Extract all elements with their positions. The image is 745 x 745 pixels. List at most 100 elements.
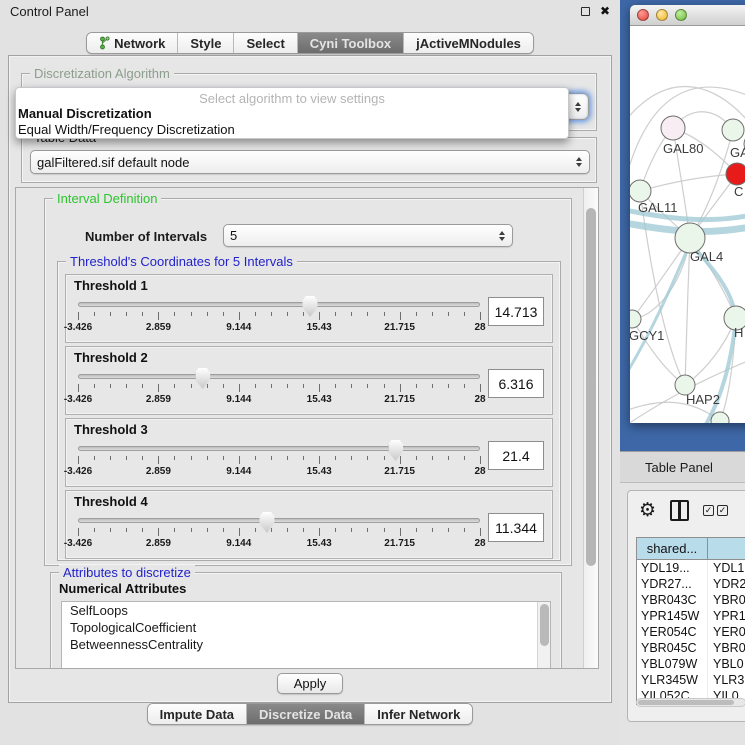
tab-impute-data[interactable]: Impute Data bbox=[148, 704, 247, 724]
attributes-scrollbar-thumb[interactable] bbox=[540, 604, 549, 646]
tick-label: 9.144 bbox=[226, 466, 251, 477]
gear-icon[interactable]: ⚙ bbox=[639, 501, 656, 520]
column-header-shared[interactable]: shared... bbox=[637, 538, 708, 559]
slider-thumb[interactable] bbox=[259, 512, 274, 533]
network-node[interactable] bbox=[661, 116, 685, 140]
tab-style[interactable]: Style bbox=[178, 33, 234, 53]
tick-mark bbox=[432, 384, 433, 388]
number-of-intervals-select[interactable]: 5 bbox=[223, 224, 513, 247]
tab-network[interactable]: Network bbox=[87, 33, 178, 53]
split-view-icon[interactable] bbox=[670, 500, 689, 521]
tick-label: 9.144 bbox=[226, 538, 251, 549]
tick-mark bbox=[480, 312, 481, 320]
table-data-select[interactable]: galFiltered.sif default node bbox=[30, 150, 590, 174]
slider-track[interactable] bbox=[78, 446, 480, 451]
tab-select[interactable]: Select bbox=[234, 33, 297, 53]
slider-thumb[interactable] bbox=[388, 440, 403, 461]
tick-mark bbox=[319, 384, 320, 392]
tick-mark bbox=[207, 528, 208, 532]
network-node-gal80[interactable] bbox=[722, 119, 744, 141]
network-view-window: GAL80GACGAL11GAL4HGCY1HAP2 bbox=[630, 5, 745, 423]
tab-label: jActiveMNodules bbox=[416, 36, 521, 51]
combo-arrows-icon bbox=[573, 102, 582, 112]
checkbox-checked-icon[interactable]: ✓ bbox=[703, 505, 714, 516]
zoom-traffic-light-icon[interactable] bbox=[675, 9, 687, 21]
settings-scroll-pane: Interval Definition Number of Intervals … bbox=[15, 187, 599, 669]
tab-infer-network[interactable]: Infer Network bbox=[365, 704, 472, 724]
network-edge bbox=[685, 318, 736, 385]
threshold-slider[interactable]: -3.4262.8599.14415.4321.71528 bbox=[78, 367, 480, 409]
close-icon[interactable]: ✖ bbox=[600, 5, 610, 17]
threshold-box-4: Threshold 4-3.4262.8599.14415.4321.71528… bbox=[65, 490, 553, 559]
algorithm-option-manual[interactable]: Manual Discretization bbox=[16, 106, 568, 122]
number-of-intervals-value: 5 bbox=[230, 228, 497, 243]
tab-jactivemnodules[interactable]: jActiveMNodules bbox=[404, 33, 533, 53]
attribute-list-item[interactable]: BetweennessCentrality bbox=[62, 636, 550, 653]
column-header-name[interactable]: na bbox=[708, 538, 745, 559]
float-window-icon[interactable] bbox=[581, 7, 590, 16]
attribute-list-item[interactable]: SelfLoops bbox=[62, 602, 550, 619]
discretization-algorithm-title: Discretization Algorithm bbox=[30, 66, 174, 81]
table-horizontal-scrollbar[interactable] bbox=[636, 698, 745, 707]
tick-mark bbox=[464, 528, 465, 532]
network-node-c[interactable] bbox=[726, 163, 745, 185]
tab-label: Select bbox=[246, 36, 284, 51]
control-panel: Control Panel ✖ NetworkStyleSelectCyni T… bbox=[0, 0, 620, 745]
tick-mark bbox=[303, 312, 304, 316]
table-row[interactable]: YBL079WYBL0 bbox=[637, 656, 745, 672]
tick-label: 21.715 bbox=[384, 466, 415, 477]
table-row[interactable]: YBR043CYBR0 bbox=[637, 592, 745, 608]
threshold-slider[interactable]: -3.4262.8599.14415.4321.71528 bbox=[78, 511, 480, 553]
tab-cyni-toolbox[interactable]: Cyni Toolbox bbox=[298, 33, 404, 53]
close-traffic-light-icon[interactable] bbox=[637, 9, 649, 21]
tick-label: 21.715 bbox=[384, 322, 415, 333]
tick-mark bbox=[319, 456, 320, 464]
table-row[interactable]: YER054CYER0 bbox=[637, 624, 745, 640]
checkbox-checked-icon[interactable]: ✓ bbox=[717, 505, 728, 516]
threshold-slider[interactable]: -3.4262.8599.14415.4321.71528 bbox=[78, 295, 480, 337]
tick-mark bbox=[271, 384, 272, 388]
tick-mark bbox=[287, 384, 288, 388]
settings-scrollbar[interactable] bbox=[583, 188, 598, 668]
tick-mark bbox=[367, 456, 368, 460]
tick-label: 28 bbox=[474, 538, 485, 549]
threshold-value-field[interactable]: 21.4 bbox=[488, 441, 544, 470]
slider-track[interactable] bbox=[78, 518, 480, 523]
slider-track[interactable] bbox=[78, 374, 480, 379]
tick-mark bbox=[142, 528, 143, 532]
apply-button[interactable]: Apply bbox=[277, 673, 343, 694]
threshold-value-field[interactable]: 14.713 bbox=[488, 297, 544, 326]
cyni-toolbox-panel: Discretization Algorithm Select algorith… bbox=[8, 55, 612, 703]
tick-mark bbox=[255, 528, 256, 532]
table-row[interactable]: YLR345WYLR3 bbox=[637, 672, 745, 688]
slider-track[interactable] bbox=[78, 302, 480, 307]
table-row[interactable]: YPR145WYPR1 bbox=[637, 608, 745, 624]
network-node-gcy1[interactable] bbox=[630, 310, 641, 328]
table-row[interactable]: YDL19...YDL1 bbox=[637, 560, 745, 576]
tab-discretize-data[interactable]: Discretize Data bbox=[247, 704, 365, 724]
attributes-scrollbar[interactable] bbox=[537, 602, 550, 669]
algorithm-option-equal-width[interactable]: Equal Width/Frequency Discretization bbox=[16, 122, 568, 138]
minimize-traffic-light-icon[interactable] bbox=[656, 9, 668, 21]
algorithm-placeholder: Select algorithm to view settings bbox=[16, 88, 568, 106]
table-row[interactable]: YBR045CYBR0 bbox=[637, 640, 745, 656]
table-row[interactable]: YDR27...YDR2 bbox=[637, 576, 745, 592]
threshold-value-field[interactable]: 11.344 bbox=[488, 513, 544, 542]
cell-shared-name: YER054C bbox=[637, 624, 708, 640]
slider-thumb[interactable] bbox=[303, 296, 318, 317]
tick-mark bbox=[480, 456, 481, 464]
threshold-value-field[interactable]: 6.316 bbox=[488, 369, 544, 398]
tick-mark bbox=[110, 528, 111, 532]
network-canvas[interactable]: GAL80GACGAL11GAL4HGCY1HAP2 bbox=[630, 26, 745, 423]
combo-arrows-icon bbox=[574, 157, 583, 167]
table-header-row: shared... na bbox=[637, 538, 745, 560]
tick-label: 9.144 bbox=[226, 394, 251, 405]
settings-scrollbar-thumb[interactable] bbox=[586, 208, 596, 566]
slider-thumb[interactable] bbox=[195, 368, 210, 389]
attribute-list-item[interactable]: TopologicalCoefficient bbox=[62, 619, 550, 636]
numerical-attributes-list[interactable]: SelfLoopsTopologicalCoefficientBetweenne… bbox=[61, 601, 551, 669]
threshold-slider[interactable]: -3.4262.8599.14415.4321.71528 bbox=[78, 439, 480, 481]
network-node-gal11[interactable] bbox=[630, 180, 651, 202]
table-horizontal-scrollbar-thumb[interactable] bbox=[638, 700, 734, 705]
tab-label: Impute Data bbox=[160, 707, 234, 722]
